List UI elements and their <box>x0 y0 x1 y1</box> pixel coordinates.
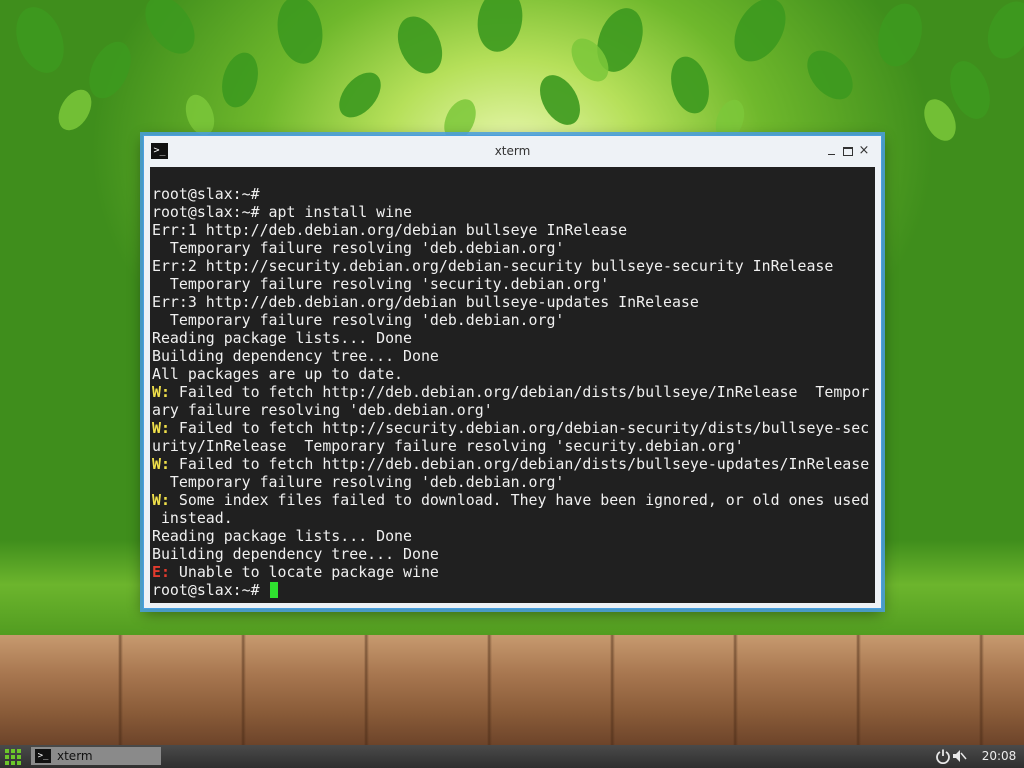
terminal-line: Building dependency tree... Done <box>152 347 439 365</box>
power-icon[interactable] <box>935 748 951 764</box>
window-title: xterm <box>494 144 531 158</box>
terminal-line: E: Unable to locate package wine <box>152 563 439 581</box>
window-titlebar[interactable]: >_ xterm × <box>144 136 881 166</box>
warning-prefix: W: <box>152 419 170 437</box>
clock: 20:08 <box>981 749 1017 763</box>
close-button[interactable]: × <box>857 144 871 158</box>
volume-muted-icon[interactable] <box>951 748 967 764</box>
minimize-button[interactable] <box>825 144 839 158</box>
terminal-cursor <box>269 582 278 598</box>
terminal-line: root@slax:~# <box>152 185 260 203</box>
taskbar: >_ xterm 20:08 <box>0 745 1024 768</box>
taskbar-item-xterm[interactable]: >_ xterm <box>31 747 161 765</box>
terminal-area[interactable]: root@slax:~# root@slax:~# apt install win… <box>150 167 875 603</box>
taskbar-item-label: xterm <box>57 749 93 763</box>
terminal-line: W: Some index files failed to download. … <box>152 491 870 509</box>
terminal-line: urity/InRelease Temporary failure resolv… <box>152 437 744 455</box>
terminal-line: Temporary failure resolving 'security.de… <box>152 275 610 293</box>
terminal-line: instead. <box>152 509 233 527</box>
warning-prefix: W: <box>152 491 170 509</box>
terminal-line: W: Failed to fetch http://deb.debian.org… <box>152 383 870 401</box>
terminal-icon: >_ <box>35 749 51 763</box>
terminal-line: Temporary failure resolving 'deb.debian.… <box>152 473 565 491</box>
terminal-line: Reading package lists... Done <box>152 329 412 347</box>
terminal-line: Temporary failure resolving 'deb.debian.… <box>152 239 565 257</box>
xterm-window[interactable]: >_ xterm × root@slax:~# root@slax:~# apt … <box>143 135 882 609</box>
terminal-line: ary failure resolving 'deb.debian.org' <box>152 401 493 419</box>
terminal-line: root@slax:~# <box>152 581 869 599</box>
start-menu-icon[interactable] <box>4 748 22 765</box>
terminal-line: W: Failed to fetch http://deb.debian.org… <box>152 455 870 473</box>
terminal-line: Err:2 http://security.debian.org/debian-… <box>152 257 834 275</box>
terminal-line: Building dependency tree... Done <box>152 545 439 563</box>
warning-prefix: W: <box>152 455 170 473</box>
terminal-line: root@slax:~# apt install wine <box>152 203 412 221</box>
terminal-line: All packages are up to date. <box>152 365 404 383</box>
terminal-line: Err:1 http://deb.debian.org/debian bulls… <box>152 221 628 239</box>
terminal-line: W: Failed to fetch http://security.debia… <box>152 419 870 437</box>
maximize-button[interactable] <box>841 144 855 158</box>
leaves-decoration <box>16 0 1024 141</box>
terminal-line: Temporary failure resolving 'deb.debian.… <box>152 311 565 329</box>
error-prefix: E: <box>152 563 170 581</box>
terminal-line: Err:3 http://deb.debian.org/debian bulls… <box>152 293 699 311</box>
warning-prefix: W: <box>152 383 170 401</box>
terminal-line: Reading package lists... Done <box>152 527 412 545</box>
wood-floor-decoration <box>0 635 1024 745</box>
terminal-output: root@slax:~# root@slax:~# apt install win… <box>152 185 869 599</box>
